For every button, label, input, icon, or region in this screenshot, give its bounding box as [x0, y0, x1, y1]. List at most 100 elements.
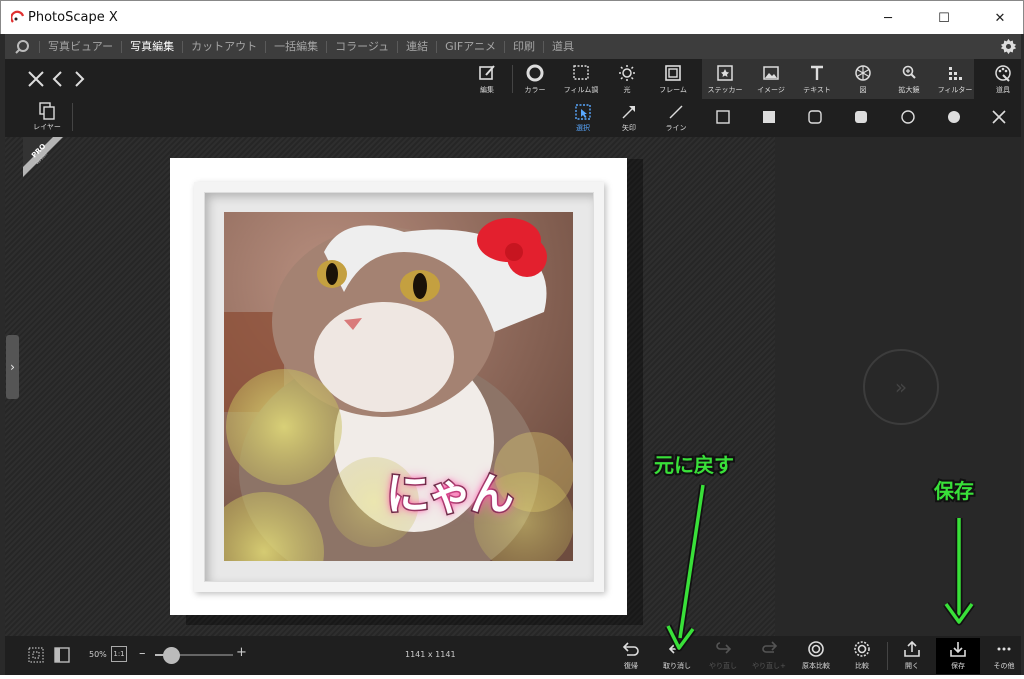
undo-annotation-text: 元に戻す	[652, 451, 736, 479]
window-title: PhotoScape X	[28, 10, 118, 25]
photo-with-frame[interactable]: にゃん	[170, 158, 627, 615]
light-icon	[619, 65, 635, 81]
revert-button[interactable]: 復帰	[609, 638, 653, 674]
tool-edit[interactable]: 編集	[464, 62, 510, 98]
right-side-panel: »	[775, 137, 1021, 636]
undo-button[interactable]: 取り消し	[655, 638, 699, 674]
redo-button[interactable]: やり直し	[701, 638, 745, 674]
menu-cutout[interactable]: カットアウト	[182, 40, 265, 53]
menu-photo-edit[interactable]: 写真編集	[121, 40, 182, 53]
tool-color[interactable]: カラー	[512, 62, 558, 98]
rectangle-outline-icon[interactable]	[715, 109, 731, 125]
zoom-out-button[interactable]: –	[139, 646, 146, 661]
menu-gif-animation[interactable]: GIFアニメ	[436, 40, 504, 53]
tool-line[interactable]: ライン	[657, 103, 695, 135]
image-dimensions: 1141 x 1141	[405, 650, 456, 659]
tool-magnifier[interactable]: 拡大鏡	[886, 62, 932, 98]
line-icon	[669, 105, 683, 119]
tool-film[interactable]: フィルム調	[558, 62, 604, 98]
close-window-button[interactable]: ✕	[977, 1, 1023, 35]
figure-sub-toolbar: レイヤー 選択 矢印 ライン	[5, 99, 1021, 137]
tool-sticker[interactable]: ステッカー	[702, 62, 748, 98]
redo-all-button[interactable]: やり直し+	[747, 638, 791, 674]
menu-collage[interactable]: コラージュ	[326, 40, 397, 53]
close-icon: ✕	[994, 10, 1006, 26]
tool-image[interactable]: イメージ	[748, 62, 794, 98]
menu-batch-edit[interactable]: 一括編集	[265, 40, 326, 53]
magnifier-icon	[902, 65, 916, 79]
color-icon	[526, 64, 544, 82]
home-logo-icon	[15, 39, 29, 54]
close-editor-icon[interactable]	[25, 68, 47, 90]
rounded-rect-outline-icon[interactable]	[807, 109, 823, 125]
circle-filled-icon[interactable]	[946, 109, 962, 125]
photoscape-logo-icon	[11, 10, 25, 23]
more-icon	[997, 647, 1011, 651]
rounded-rect-filled-icon[interactable]	[853, 109, 869, 125]
compare-button[interactable]: 比較	[840, 638, 884, 674]
redo-all-icon	[762, 641, 778, 653]
taskbar-strip	[0, 675, 1024, 679]
gear-icon[interactable]	[1000, 38, 1017, 55]
compare-icon	[854, 641, 870, 657]
tool-figure[interactable]: 図	[840, 62, 886, 98]
status-divider	[887, 642, 888, 670]
pro-version-badge: PRO Version	[23, 137, 63, 177]
film-icon	[573, 65, 589, 80]
menu-tools[interactable]: 道具	[543, 40, 582, 53]
select-icon	[575, 104, 591, 120]
zoom-slider[interactable]	[155, 647, 233, 664]
zoom-in-button[interactable]: +	[236, 645, 247, 660]
left-panel-toggle[interactable]: ›	[6, 335, 19, 399]
save-button[interactable]: 保存	[936, 638, 980, 674]
next-photo-icon[interactable]	[68, 68, 90, 90]
maximize-icon: ☐	[938, 10, 950, 26]
save-annotation-text: 保存	[932, 477, 976, 505]
arrow-icon	[622, 106, 635, 119]
tool-select[interactable]: 選択	[564, 103, 602, 135]
tool-light[interactable]: 光	[604, 62, 650, 98]
close-panel-icon[interactable]	[991, 109, 1007, 125]
cat-photo: にゃん	[224, 212, 573, 561]
maximize-button[interactable]: ☐	[921, 1, 967, 35]
compare-original-button[interactable]: 原本比較	[794, 638, 838, 674]
filter-icon	[949, 67, 962, 80]
edit-icon	[479, 65, 495, 80]
zoom-slider-handle[interactable]	[162, 647, 180, 664]
zoom-actual-size-button[interactable]: 1:1	[111, 646, 127, 662]
sticker-icon	[717, 65, 733, 81]
previous-photo-icon[interactable]	[47, 68, 69, 90]
expand-panel-icon[interactable]: »	[863, 349, 939, 425]
layer-button[interactable]: レイヤー	[27, 102, 67, 136]
tool-frame[interactable]: フレーム	[650, 62, 696, 98]
layer-icon	[39, 102, 55, 120]
overlay-text[interactable]: にゃん	[385, 458, 516, 522]
menu-print[interactable]: 印刷	[504, 40, 543, 53]
split-view-icon[interactable]	[53, 646, 71, 664]
undo-icon	[668, 642, 684, 654]
selection-grid-icon[interactable]	[27, 646, 45, 664]
open-button[interactable]: 開く	[890, 638, 934, 674]
status-bar: 50% 1:1 – + 1141 x 1141 復帰 取り消し やり直し やり直…	[5, 636, 1021, 675]
menu-photo-viewer[interactable]: 写真ビュアー	[39, 40, 121, 53]
minimize-button[interactable]: ─	[865, 1, 911, 35]
tools-icon	[995, 65, 1011, 82]
title-bar: PhotoScape X ─ ☐ ✕	[0, 0, 1024, 34]
circle-outline-icon[interactable]	[900, 109, 916, 125]
chevron-right-icon: ›	[10, 360, 15, 374]
revert-icon	[622, 642, 639, 656]
home-button[interactable]	[5, 34, 39, 59]
zoom-level-text: 50%	[89, 650, 107, 659]
rectangle-filled-icon[interactable]	[761, 109, 777, 125]
more-button[interactable]: その他	[982, 638, 1024, 674]
tool-filter[interactable]: フィルター	[932, 62, 978, 98]
app-window: PhotoScape X ─ ☐ ✕ 写真ビュアー 写真編集 カットアウト 一括…	[0, 0, 1024, 679]
save-icon	[950, 642, 966, 657]
tool-arrow[interactable]: 矢印	[610, 103, 648, 135]
minimize-icon: ─	[884, 10, 892, 26]
tool-text[interactable]: テキスト	[794, 62, 840, 98]
menu-combine[interactable]: 連結	[397, 40, 436, 53]
redo-icon	[716, 642, 732, 654]
image-icon	[763, 66, 779, 80]
tool-tools[interactable]: 道具	[980, 62, 1024, 98]
